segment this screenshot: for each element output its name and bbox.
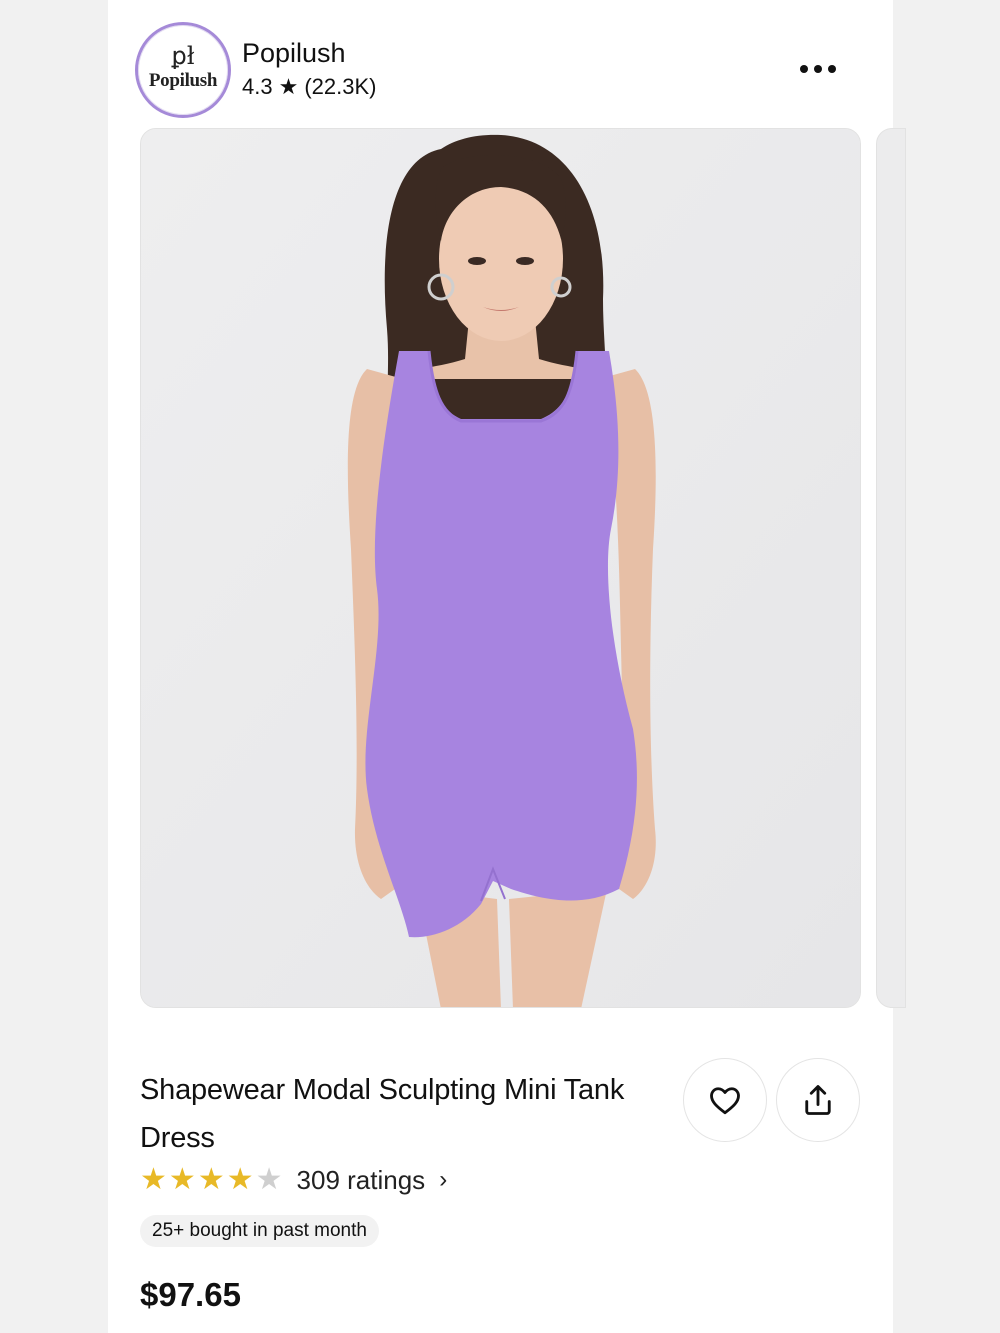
next-image-peek[interactable]	[876, 128, 906, 1008]
favorite-button[interactable]	[683, 1058, 767, 1142]
star-rating: ★ ★ ★ ★ ★	[140, 1165, 283, 1195]
more-dot	[814, 65, 822, 73]
store-rating-value: 4.3	[242, 74, 273, 99]
store-rating: 4.3 ★ (22.3K)	[242, 74, 376, 100]
product-rating-row[interactable]: ★ ★ ★ ★ ★ 309 ratings ›	[140, 1163, 447, 1197]
share-button[interactable]	[776, 1058, 860, 1142]
star-icon: ★	[255, 1163, 283, 1196]
chevron-right-icon: ›	[439, 1166, 448, 1193]
star-icon: ★	[278, 74, 299, 99]
store-logo-mark: ꝑł	[171, 42, 195, 70]
more-options-button[interactable]	[790, 52, 846, 86]
more-horizontal-icon	[800, 65, 808, 73]
product-photo-illustration	[141, 129, 860, 1007]
ratings-count-link[interactable]: 309 ratings	[297, 1165, 426, 1196]
star-icon: ★	[168, 1163, 196, 1196]
star-icon: ★	[140, 1163, 167, 1196]
store-review-count: (22.3K)	[304, 74, 377, 99]
purchase-count-badge: 25+ bought in past month	[140, 1215, 379, 1247]
share-icon	[805, 1085, 831, 1115]
store-name[interactable]: Popilush	[242, 38, 346, 69]
product-price: $97.65	[140, 1276, 241, 1313]
store-logo-text: Popilush	[148, 70, 218, 91]
heart-icon	[710, 1087, 740, 1115]
star-icon: ★	[226, 1163, 254, 1196]
product-title: Shapewear Modal Sculpting Mini Tank Dres…	[140, 1074, 625, 1154]
product-image[interactable]	[140, 128, 861, 1008]
more-dot	[828, 65, 836, 73]
store-logo[interactable]: ꝑł Popilush	[135, 22, 231, 118]
star-icon: ★	[197, 1163, 225, 1196]
